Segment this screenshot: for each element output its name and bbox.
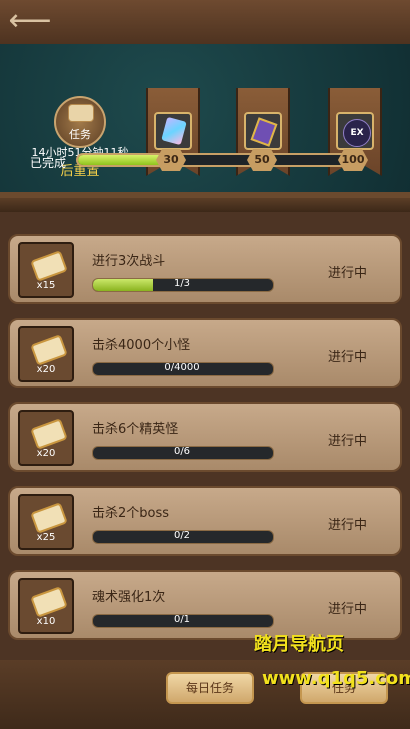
scroll-icon	[30, 586, 68, 618]
task-progress-text: 1/3	[173, 278, 191, 289]
task-row[interactable]: x25 击杀2个boss 0/2 进行中	[8, 486, 402, 556]
scroll-icon	[30, 502, 68, 534]
top-bar: ⟵	[0, 0, 410, 46]
reward-count: x20	[36, 448, 56, 459]
progress-fill	[78, 155, 169, 165]
task-status: 进行中	[328, 518, 368, 533]
task-row[interactable]: x15 进行3次战斗 1/3 进行中	[8, 234, 402, 304]
reward-scroll-item: x20	[18, 326, 74, 382]
back-arrow-icon[interactable]: ⟵	[8, 6, 52, 36]
task-status: 进行中	[328, 602, 368, 617]
reward-count: x15	[36, 280, 56, 291]
scroll-icon	[30, 334, 68, 366]
task-status: 进行中	[328, 266, 368, 281]
task-progress-text: 0/6	[173, 446, 191, 457]
milestone-100[interactable]: 100	[338, 149, 368, 171]
activity-progress-bar	[76, 153, 362, 167]
task-name: 魂术强化1次	[92, 590, 166, 605]
reward-scroll-item: x10	[18, 578, 74, 634]
task-row[interactable]: x20 击杀6个精英怪 0/6 进行中	[8, 402, 402, 472]
book-icon	[250, 117, 278, 147]
tab-daily-task[interactable]: 每日任务	[166, 672, 254, 704]
reward-count: x25	[36, 532, 56, 543]
reward-scroll-item: x20	[18, 410, 74, 466]
task-name: 击杀4000个小怪	[92, 338, 191, 353]
milestone-30[interactable]: 30	[156, 149, 186, 171]
task-header: 任务 14小时51分钟11秒 后重置 x100 x1 EX x20	[0, 44, 410, 198]
milestone-50[interactable]: 50	[247, 149, 277, 171]
reward-box	[154, 112, 192, 150]
task-name: 击杀6个精英怪	[92, 422, 179, 437]
task-name: 击杀2个boss	[92, 506, 170, 521]
reward-scroll-item: x25	[18, 494, 74, 550]
task-progress-text: 0/4000	[164, 362, 200, 373]
scroll-icon	[30, 418, 68, 450]
reward-scroll-item: x15	[18, 242, 74, 298]
reward-box: EX	[336, 112, 374, 150]
task-status: 进行中	[328, 350, 368, 365]
task-list[interactable]: x15 进行3次战斗 1/3 进行中 x20 击杀4000个小怪 0/4000 …	[0, 212, 410, 660]
scroll-icon	[68, 104, 94, 122]
task-progress-text: 0/1	[173, 614, 191, 625]
reward-count: x10	[36, 616, 56, 627]
reward-count: x20	[36, 364, 56, 375]
task-name: 进行3次战斗	[92, 254, 166, 269]
ex-icon: EX	[343, 119, 371, 147]
scroll-icon	[30, 250, 68, 282]
reward-box	[244, 112, 282, 150]
completed-label: 已完成	[30, 156, 67, 170]
task-badge: 任务	[54, 96, 106, 148]
task-badge-label: 任务	[69, 128, 91, 141]
task-status: 进行中	[328, 434, 368, 449]
watermark-url: www.q1q5.com	[262, 668, 410, 689]
crystal-icon	[161, 116, 187, 146]
task-progress-text: 0/2	[173, 530, 191, 541]
watermark-text: 踏月导航页	[254, 634, 344, 655]
task-row[interactable]: x20 击杀4000个小怪 0/4000 进行中	[8, 318, 402, 388]
